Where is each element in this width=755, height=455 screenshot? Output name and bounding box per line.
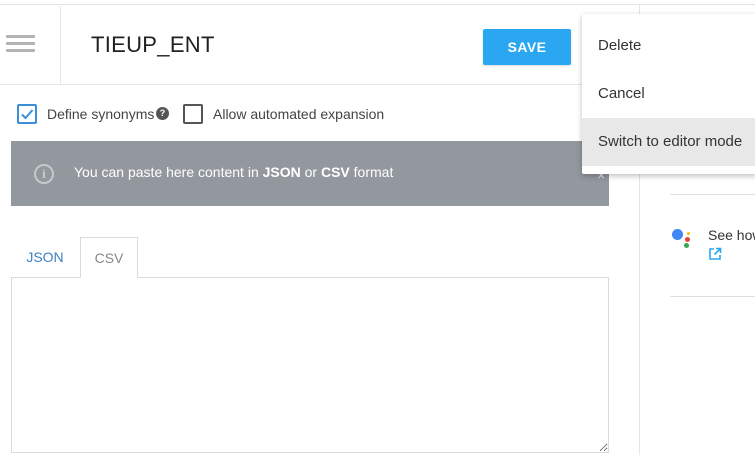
google-assistant-icon	[672, 228, 694, 248]
top-border	[0, 0, 755, 5]
info-banner: i You can paste here content in JSON or …	[11, 141, 609, 206]
tab-csv[interactable]: CSV	[80, 237, 138, 278]
info-icon: i	[34, 164, 54, 184]
format-csv: CSV	[320, 164, 350, 180]
checkmark-icon	[21, 109, 34, 120]
help-icon[interactable]: ?	[156, 107, 169, 120]
hamburger-icon[interactable]	[0, 6, 61, 84]
see-how-link[interactable]: See how	[708, 227, 755, 243]
menu-item-delete[interactable]: Delete	[582, 22, 755, 70]
overflow-menu: Delete Cancel Switch to editor mode	[582, 14, 755, 174]
allow-expansion-checkbox[interactable]	[183, 104, 203, 124]
csv-editor[interactable]	[11, 277, 609, 453]
page-title: TIEUP_ENT	[91, 32, 215, 57]
menu-item-cancel[interactable]: Cancel	[582, 70, 755, 118]
side-panel-divider	[670, 194, 755, 195]
format-json: JSON	[262, 164, 301, 180]
menu-item-switch-to-editor-mode[interactable]: Switch to editor mode	[582, 118, 755, 166]
external-link-icon[interactable]	[708, 247, 722, 261]
define-synonyms-label: Define synonyms	[47, 106, 155, 122]
tab-json[interactable]: JSON	[14, 237, 76, 278]
info-banner-text: You can paste here content in JSON or CS…	[74, 164, 394, 180]
save-button[interactable]: SAVE	[483, 29, 571, 65]
header-divider	[0, 84, 640, 85]
allow-expansion-label: Allow automated expansion	[213, 106, 385, 122]
side-panel-divider-bottom	[670, 296, 755, 297]
define-synonyms-checkbox[interactable]	[17, 104, 37, 124]
